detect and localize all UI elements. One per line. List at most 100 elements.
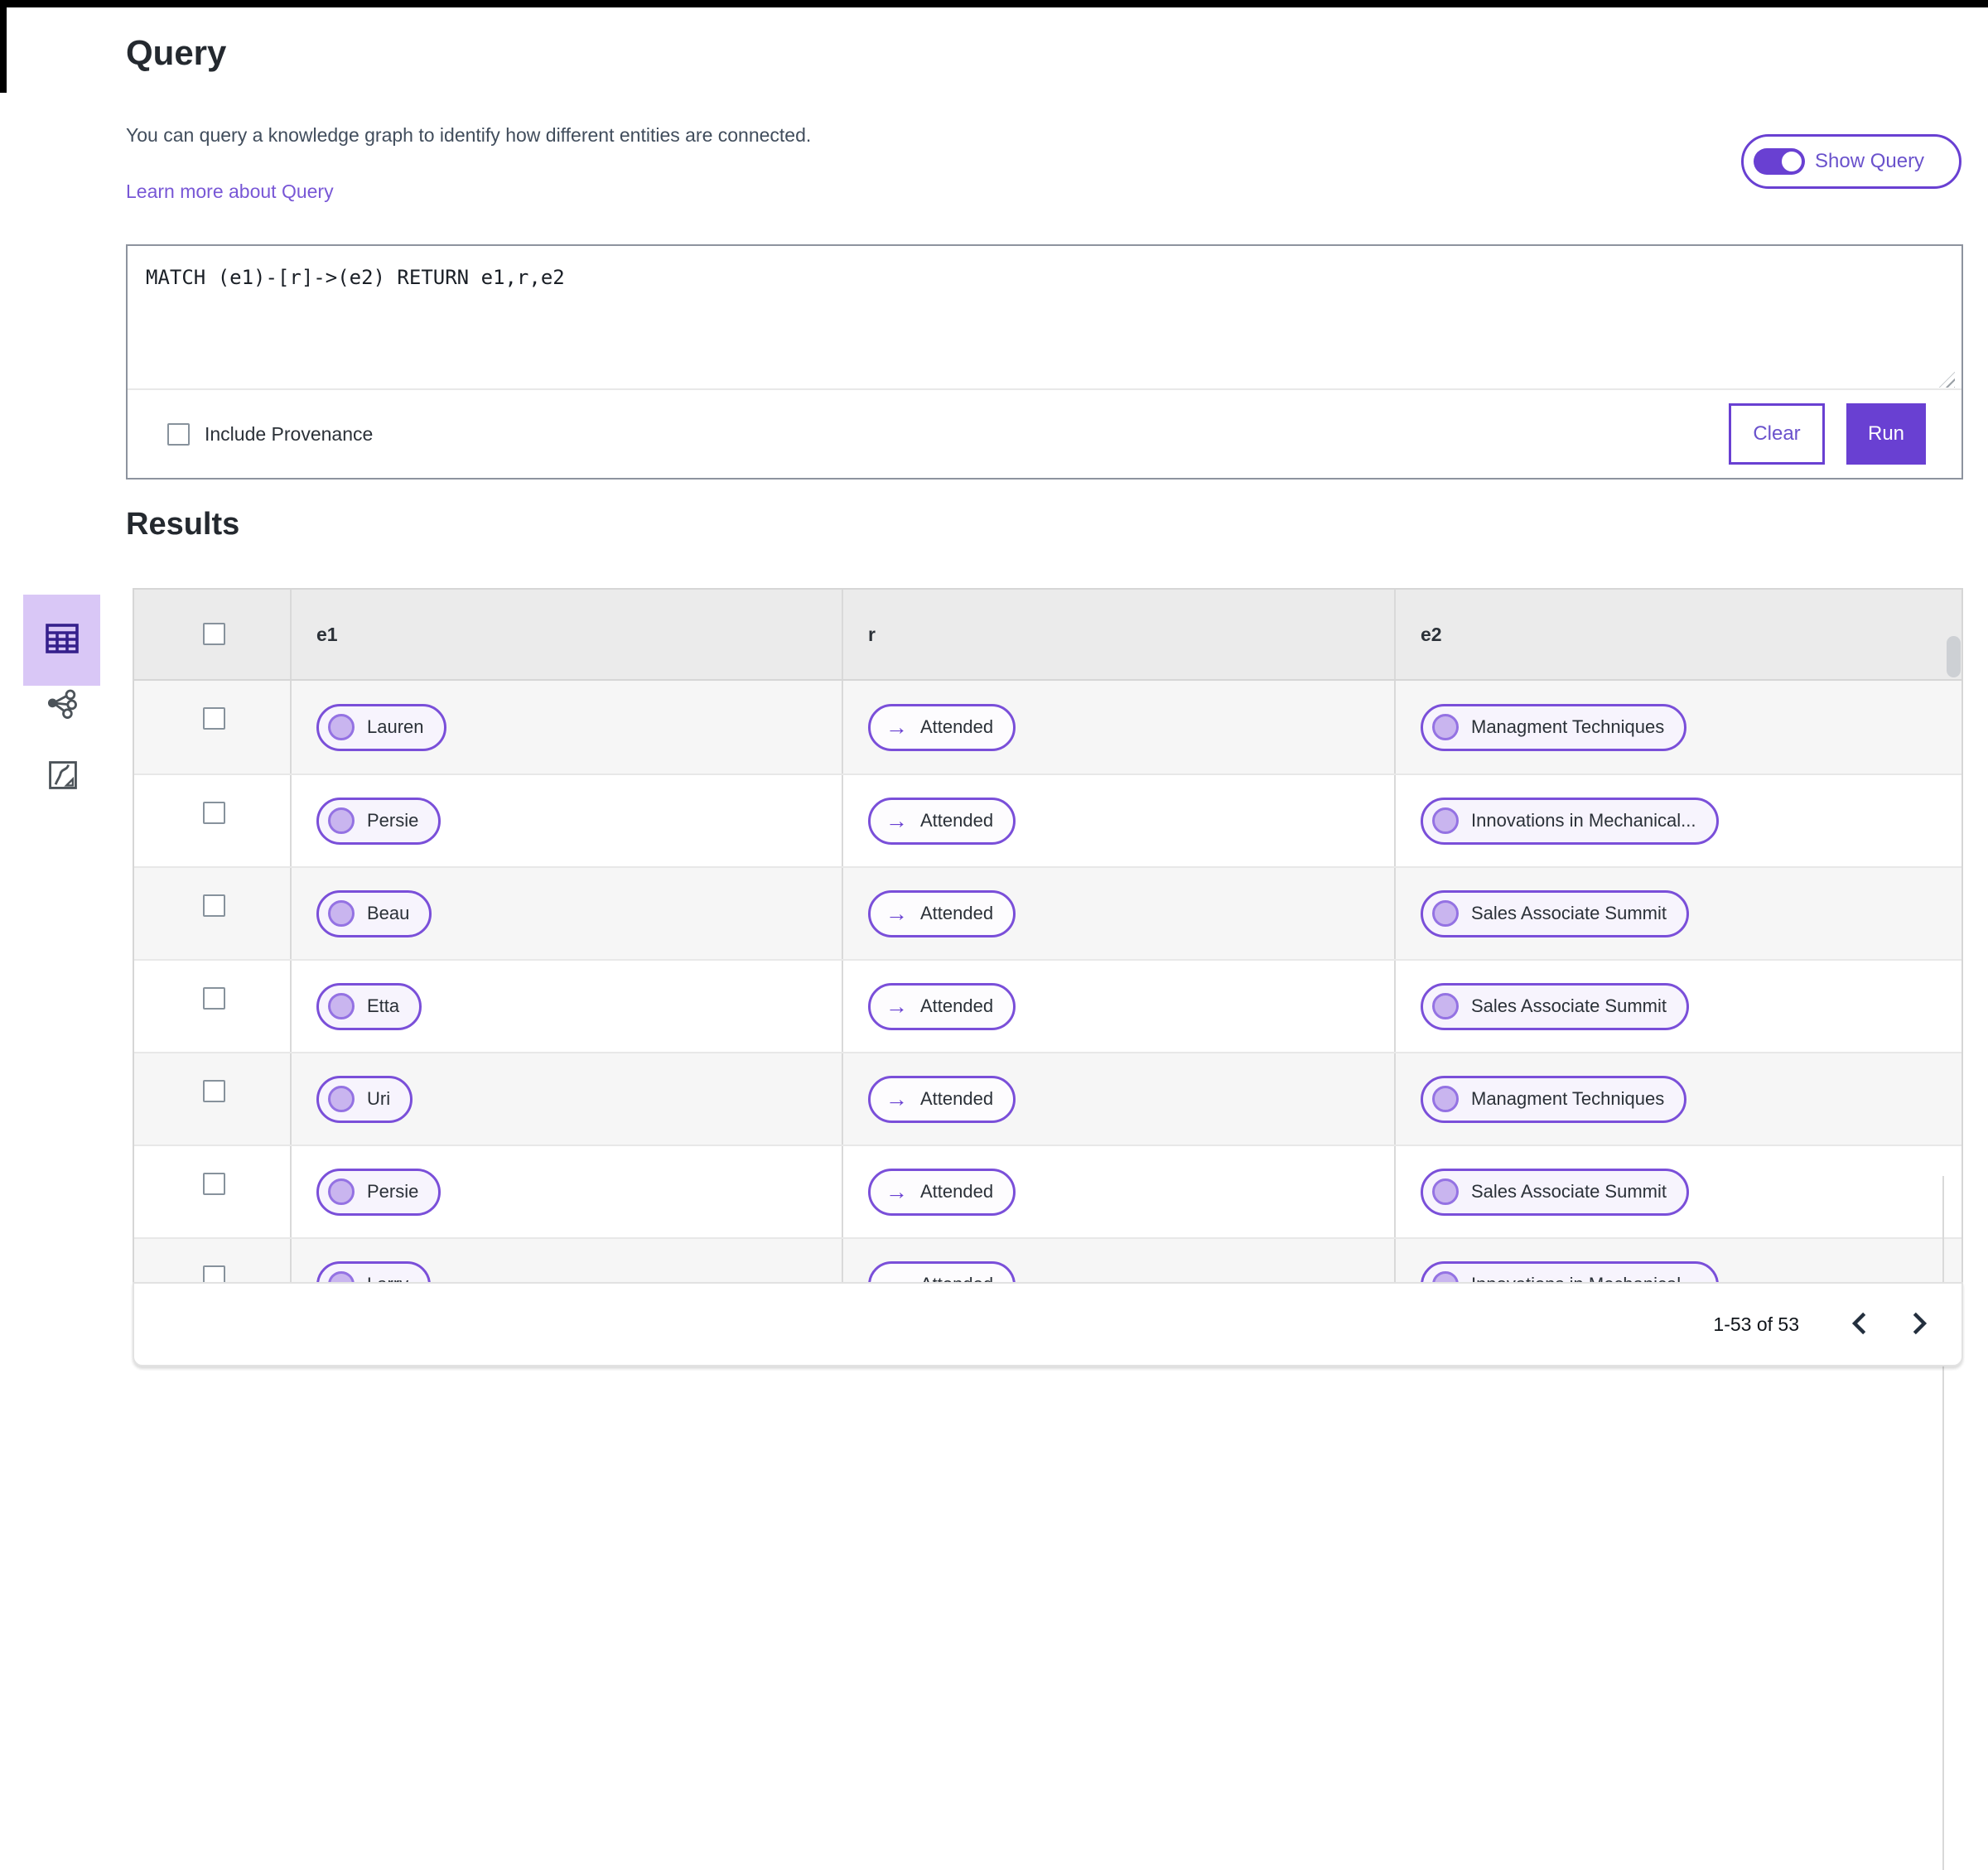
entity-label: Larry [367,1274,408,1282]
table-row: Uri → Attended Managment Techniques [134,1052,1961,1145]
row-checkbox[interactable] [203,1173,225,1195]
toggle-knob [1779,149,1804,174]
relationship-pill[interactable]: → Attended [868,1168,1016,1216]
relationship-label: Attended [920,1088,994,1109]
row-checkbox[interactable] [203,802,225,824]
previous-page-button[interactable] [1842,1308,1875,1341]
table-row: Beau → Attended Sales Associate Summit [134,866,1961,959]
entity-pill[interactable]: Sales Associate Summit [1421,1168,1689,1216]
query-editor-panel: MATCH (e1)-[r]->(e2) RETURN e1,r,e2 Incl… [126,244,1963,480]
relationship-label: Attended [920,1274,993,1282]
relationship-label: Attended [920,1181,994,1202]
results-table: e1 r e2 Lauren → Attended Managment Tech… [133,588,1963,1282]
run-button[interactable]: Run [1846,403,1926,465]
arrow-right-icon: → [885,1086,908,1111]
pagination-range: 1-53 of 53 [1713,1313,1799,1335]
entity-node-icon [1432,900,1459,927]
entity-node-icon [1432,807,1459,834]
window-border-top [0,0,1988,7]
entity-pill[interactable]: Innovations in Mechanical... [1421,797,1719,845]
entity-pill[interactable]: Persie [316,1168,442,1216]
freeform-view-button[interactable] [46,760,80,793]
table-body: Lauren → Attended Managment Techniques P… [134,681,1961,1282]
entity-pill[interactable]: Managment Techniques [1421,703,1687,751]
entity-node-icon [328,1178,355,1205]
relationship-label: Attended [920,810,994,831]
entity-label: Uri [367,1088,391,1109]
row-checkbox[interactable] [203,707,225,730]
chevron-left-icon [1850,1311,1868,1338]
entity-pill[interactable]: Sales Associate Summit [1421,982,1689,1030]
table-header-row: e1 r e2 [134,590,1961,681]
show-query-label: Show Query [1815,150,1925,172]
entity-pill[interactable]: Etta [316,982,422,1030]
entity-label: Innovations in Mechanical... [1471,810,1696,831]
arrow-right-icon: → [885,993,908,1019]
entity-label: Sales Associate Summit [1471,995,1667,1016]
relationship-pill[interactable]: → Attended [868,982,1016,1030]
learn-more-link[interactable]: Learn more about Query [126,181,334,203]
scrollbar-thumb[interactable] [1947,636,1961,677]
query-editor-footer: Include Provenance Clear Run [128,388,1961,478]
select-all-checkbox[interactable] [203,623,225,645]
row-checkbox[interactable] [203,894,225,917]
entity-pill[interactable]: Sales Associate Summit [1421,889,1689,937]
entity-node-icon [328,900,355,927]
column-header-e1[interactable]: e1 [316,624,338,646]
row-checkbox[interactable] [203,1265,225,1282]
table-row: Persie → Attended Innovations in Mechani… [134,774,1961,866]
freeform-view-icon [47,759,79,795]
toggle-switch-icon[interactable] [1754,148,1805,175]
entity-pill[interactable]: Persie [316,797,442,845]
entity-label: Managment Techniques [1471,716,1665,737]
relationship-pill[interactable]: → Attended [868,889,1016,937]
entity-node-icon [328,714,355,740]
next-page-button[interactable] [1904,1308,1937,1341]
entity-pill[interactable]: Innovations in Mechanical... [1421,1260,1719,1282]
entity-label: Beau [367,903,410,923]
entity-node-icon [1432,1086,1459,1112]
show-query-toggle[interactable]: Show Query [1741,134,1961,189]
column-header-r[interactable]: r [868,624,876,646]
graph-view-button[interactable] [44,687,80,724]
relationship-pill[interactable]: → Attended [868,1260,1016,1282]
include-provenance-checkbox[interactable] [167,422,190,446]
entity-node-icon [328,1271,355,1282]
entity-label: Sales Associate Summit [1471,1181,1667,1202]
row-checkbox[interactable] [203,987,225,1010]
arrow-right-icon: → [885,1273,908,1282]
entity-label: Managment Techniques [1471,1088,1665,1109]
table-row: Persie → Attended Sales Associate Summit [134,1145,1961,1237]
row-checkbox[interactable] [203,1080,225,1102]
entity-node-icon [1432,993,1459,1019]
page-description: You can query a knowledge graph to ident… [126,124,812,146]
chevron-right-icon [1911,1311,1929,1338]
entity-label: Sales Associate Summit [1471,903,1667,923]
entity-node-icon [328,1086,355,1112]
table-view-icon [42,619,82,663]
entity-node-icon [328,993,355,1019]
entity-label: Etta [367,995,400,1016]
entity-node-icon [1432,714,1459,740]
relationship-pill[interactable]: → Attended [868,797,1016,845]
entity-pill[interactable]: Lauren [316,703,446,751]
entity-label: Persie [367,1181,419,1202]
entity-pill[interactable]: Managment Techniques [1421,1075,1687,1123]
relationship-pill[interactable]: → Attended [868,703,1016,751]
window-border-left [0,0,7,93]
column-header-e2[interactable]: e2 [1421,624,1442,646]
page-title: Query [126,33,227,72]
relationship-label: Attended [920,716,994,737]
query-input[interactable]: MATCH (e1)-[r]->(e2) RETURN e1,r,e2 [128,246,1961,392]
relationship-label: Attended [920,903,994,923]
arrow-right-icon: → [885,1178,908,1204]
clear-button[interactable]: Clear [1729,403,1825,465]
entity-pill[interactable]: Beau [316,889,432,937]
table-view-button[interactable] [23,595,100,686]
include-provenance-label: Include Provenance [205,422,374,445]
entity-pill[interactable]: Larry [316,1260,432,1282]
relationship-pill[interactable]: → Attended [868,1075,1016,1123]
relationship-label: Attended [920,995,994,1016]
entity-pill[interactable]: Uri [316,1075,413,1123]
entity-node-icon [1432,1271,1459,1282]
